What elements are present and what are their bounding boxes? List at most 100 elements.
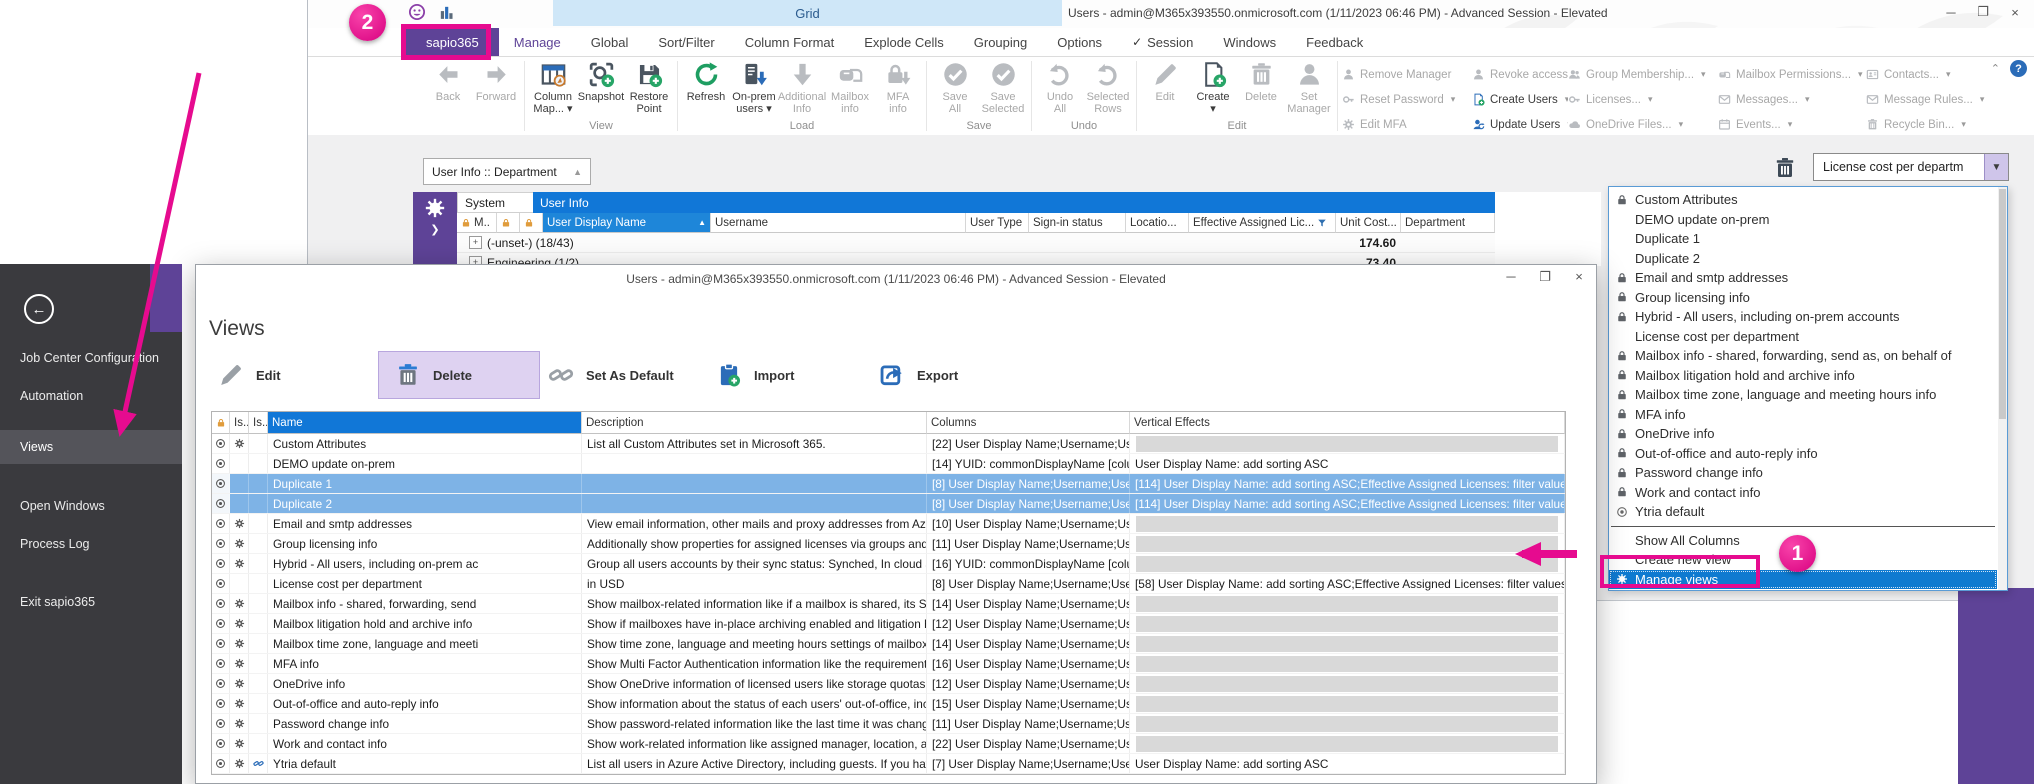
window-restore-icon[interactable]: ❐ — [1969, 2, 1997, 22]
tab-options[interactable]: Options — [1042, 28, 1117, 56]
view-option-mailbox-litigation-hold-and-archive-info[interactable]: Mailbox litigation hold and archive info — [1609, 366, 1997, 386]
ribbon-button-back[interactable]: Back — [424, 61, 472, 103]
ribbon-item-messages[interactable]: Messages...▾ — [1718, 87, 1866, 112]
combobox-dropdown-icon[interactable]: ▼ — [1984, 154, 2008, 180]
view-row-out-of-office-and-auto-reply-info[interactable]: Out-of-office and auto-reply infoShow in… — [212, 694, 1565, 714]
ribbon-button-save-selected[interactable]: SaveSelected — [979, 61, 1027, 115]
row-select-icon[interactable] — [212, 754, 230, 773]
table-header-description[interactable]: Description — [582, 412, 927, 434]
ribbon-item-revoke-access[interactable]: Revoke access — [1472, 62, 1568, 87]
ribbon-button-forward[interactable]: Forward — [472, 61, 520, 103]
tab-sort-filter[interactable]: Sort/Filter — [643, 28, 729, 56]
view-selector-combobox[interactable]: License cost per departm ▼ — [1813, 153, 2009, 181]
tab-manage[interactable]: Manage — [499, 28, 576, 56]
collapse-ribbon-icon[interactable]: ⌃ — [1991, 62, 2000, 75]
view-row-duplicate-1[interactable]: Duplicate 1[8] User Display Name;Usernam… — [212, 474, 1565, 494]
tab-session[interactable]: ✓Session — [1117, 28, 1208, 56]
table-header-is[interactable]: Is... — [230, 412, 249, 434]
view-row-group-licensing-info[interactable]: Group licensing infoAdditionally show pr… — [212, 534, 1565, 554]
ribbon-item-mailbox-permissions[interactable]: Mailbox Permissions...▾ — [1718, 62, 1866, 87]
sidebar-item-job-center-configuration[interactable]: Job Center Configuration — [0, 348, 182, 368]
view-row-email-and-smtp-addresses[interactable]: Email and smtp addressesView email infor… — [212, 514, 1565, 534]
view-option-mailbox-info-shared-forwarding-send-as-on-behalf-of[interactable]: Mailbox info - shared, forwarding, send … — [1609, 346, 1997, 366]
row-select-icon[interactable] — [212, 614, 230, 633]
view-row-mailbox-litigation-hold-and-archive-info[interactable]: Mailbox litigation hold and archive info… — [212, 614, 1565, 634]
ribbon-item-message-rules[interactable]: Message Rules...▾ — [1866, 87, 2024, 112]
row-select-icon[interactable] — [212, 674, 230, 693]
view-option-mfa-info[interactable]: MFA info — [1609, 405, 1997, 425]
sidebar-item-process-log[interactable]: Process Log — [0, 534, 182, 554]
row-select-icon[interactable] — [212, 554, 230, 573]
expand-icon[interactable]: + — [469, 236, 482, 249]
ribbon-item-edit-mfa[interactable]: Edit MFA — [1342, 112, 1472, 136]
ribbon-button-undo-all[interactable]: UndoAll — [1036, 61, 1084, 115]
view-row-hybrid-all-users-including-on-prem-ac[interactable]: Hybrid - All users, including on-prem ac… — [212, 554, 1565, 574]
row-select-icon[interactable] — [212, 594, 230, 613]
view-option-password-change-info[interactable]: Password change info — [1609, 463, 1997, 483]
row-select-icon[interactable] — [212, 734, 230, 753]
sidebar-item-views[interactable]: Views — [0, 430, 182, 464]
view-row-mailbox-info-shared-forwarding-send[interactable]: Mailbox info - shared, forwarding, sendS… — [212, 594, 1565, 614]
grid-column-user-display-name[interactable]: User Display Name▲ — [543, 213, 711, 233]
view-option-custom-attributes[interactable]: Custom Attributes — [1609, 190, 1997, 210]
view-option-onedrive-info[interactable]: OneDrive info — [1609, 424, 1997, 444]
ribbon-button-delete[interactable]: Delete — [1237, 61, 1285, 103]
grid-column-user-type[interactable]: User Type — [966, 213, 1029, 233]
ribbon-item-update-users[interactable]: Update Users▾ — [1472, 112, 1568, 136]
view-option-demo-update-on-prem[interactable]: DEMO update on-prem — [1609, 210, 1997, 230]
table-header-is[interactable]: Is... — [249, 412, 268, 434]
view-row-custom-attributes[interactable]: Custom AttributesList all Custom Attribu… — [212, 434, 1565, 454]
window-close-icon[interactable]: × — [2001, 2, 2029, 22]
grid-band-user-info[interactable]: User Info — [533, 192, 1495, 213]
view-row-mailbox-time-zone-language-and-meeti[interactable]: Mailbox time zone, language and meetiSho… — [212, 634, 1565, 654]
grid-column-unit-cost[interactable]: Unit Cost... — [1336, 213, 1401, 233]
row-select-icon[interactable] — [212, 694, 230, 713]
row-select-icon[interactable] — [212, 574, 230, 593]
dialog-toolbar-import[interactable]: Import — [716, 351, 794, 399]
ribbon-item-events[interactable]: Events...▾ — [1718, 112, 1866, 136]
dialog-minimize-icon[interactable]: ─ — [1502, 269, 1520, 285]
grid-column-username[interactable]: Username — [711, 213, 966, 233]
ribbon-button-create[interactable]: Create▾ — [1189, 61, 1237, 115]
dialog-toolbar-edit[interactable]: Edit — [218, 351, 281, 399]
ribbon-item-reset-password[interactable]: Reset Password▾ — [1342, 87, 1472, 112]
ribbon-button-column-map[interactable]: ColumnMap... ▾ — [529, 61, 577, 115]
ribbon-button-mfa-info[interactable]: MFAinfo — [874, 61, 922, 115]
delete-view-button[interactable] — [1773, 156, 1797, 185]
tab-global[interactable]: Global — [576, 28, 644, 56]
sidebar-item-open-windows[interactable]: Open Windows — [0, 496, 182, 516]
ribbon-button-on-prem-users[interactable]: On-premusers ▾ — [730, 61, 778, 115]
ribbon-item-group-membership[interactable]: Group Membership...▾ — [1568, 62, 1718, 87]
scrollbar-thumb[interactable] — [1999, 189, 2006, 419]
grid-column-department[interactable]: Department — [1401, 213, 1495, 233]
view-option-group-licensing-info[interactable]: Group licensing info — [1609, 288, 1997, 308]
view-option-duplicate-1[interactable]: Duplicate 1 — [1609, 229, 1997, 249]
view-row-mfa-info[interactable]: MFA infoShow Multi Factor Authentication… — [212, 654, 1565, 674]
scrollbar[interactable] — [1998, 187, 2007, 590]
dialog-toolbar-export[interactable]: Export — [879, 351, 958, 399]
dialog-close-icon[interactable]: × — [1570, 269, 1588, 285]
view-option-email-and-smtp-addresses[interactable]: Email and smtp addresses — [1609, 268, 1997, 288]
ribbon-button-edit[interactable]: Edit — [1141, 61, 1189, 103]
grid-group-row[interactable]: +(-unset-) (18/43)174.60 — [457, 233, 1495, 253]
ribbon-button-restore-point[interactable]: RestorePoint — [625, 61, 673, 115]
view-option-duplicate-2[interactable]: Duplicate 2 — [1609, 249, 1997, 269]
view-option-ytria-default[interactable]: Ytria default — [1609, 502, 1997, 522]
table-header-lock[interactable] — [212, 412, 230, 434]
sidebar-item-exit-sapio365[interactable]: Exit sapio365 — [0, 592, 182, 612]
view-row-license-cost-per-department[interactable]: License cost per departmentin USD[8] Use… — [212, 574, 1565, 594]
row-select-icon[interactable] — [212, 514, 230, 533]
ribbon-button-save-all[interactable]: SaveAll — [931, 61, 979, 115]
grid-column-sign-in-status[interactable]: Sign-in status — [1029, 213, 1126, 233]
tab-column-format[interactable]: Column Format — [730, 28, 850, 56]
row-select-icon[interactable] — [212, 474, 230, 493]
row-select-icon[interactable] — [212, 454, 230, 473]
dialog-toolbar-set-as-default[interactable]: Set As Default — [548, 351, 674, 399]
tab-windows[interactable]: Windows — [1208, 28, 1291, 56]
ribbon-item-create-users[interactable]: Create Users▾ — [1472, 87, 1568, 112]
ribbon-button-set-manager[interactable]: SetManager — [1285, 61, 1333, 115]
tab-explode-cells[interactable]: Explode Cells — [849, 28, 959, 56]
view-row-onedrive-info[interactable]: OneDrive infoShow OneDrive information o… — [212, 674, 1565, 694]
row-select-icon[interactable] — [212, 434, 230, 453]
view-row-ytria-default[interactable]: Ytria defaultList all users in Azure Act… — [212, 754, 1565, 774]
